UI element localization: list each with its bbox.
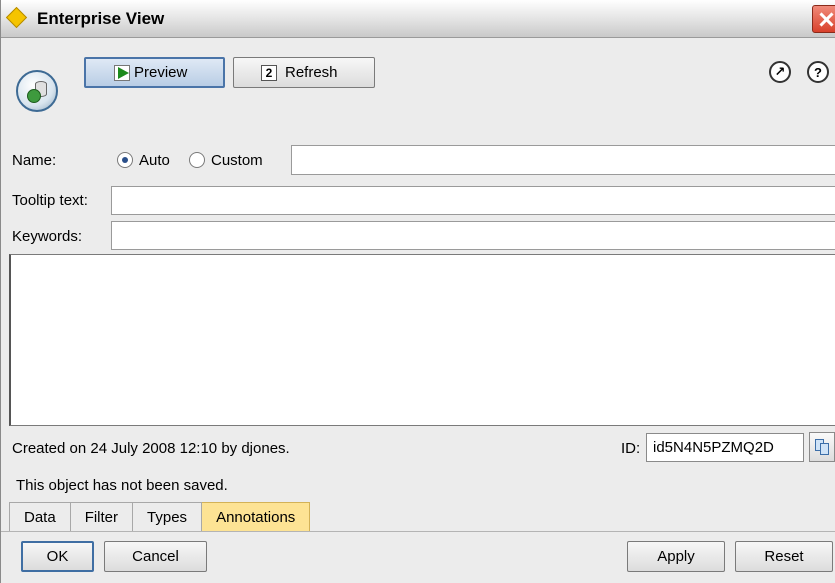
- custom-radio-label: Custom: [211, 152, 263, 169]
- tab-divider: [1, 531, 835, 532]
- annotation-textarea[interactable]: [9, 254, 835, 426]
- launch-icon[interactable]: ↗: [769, 61, 791, 83]
- name-field[interactable]: [291, 145, 835, 175]
- dialog-window: Enterprise View Preview 2 Refresh ↗ ? Na…: [0, 0, 835, 583]
- copy-id-button[interactable]: [809, 432, 835, 462]
- refresh-label: Refresh: [285, 64, 338, 81]
- title-bar[interactable]: Enterprise View: [1, 0, 835, 38]
- globe-icon: [27, 89, 41, 103]
- refresh-button[interactable]: 2 Refresh: [233, 57, 375, 88]
- window-title: Enterprise View: [37, 9, 165, 28]
- diamond-icon: [5, 6, 28, 29]
- ok-button[interactable]: OK: [21, 541, 94, 572]
- id-label: ID:: [621, 440, 641, 457]
- save-status: This object has not been saved.: [16, 477, 228, 494]
- id-field[interactable]: id5N4N5PZMQ2D: [646, 433, 804, 462]
- keywords-field[interactable]: [111, 221, 835, 250]
- tooltip-label: Tooltip text:: [12, 192, 88, 209]
- copy-icon-page: [820, 443, 829, 455]
- enterprise-view-node-icon: [16, 70, 58, 112]
- preview-label: Preview: [134, 64, 188, 81]
- refresh-icon: 2: [261, 64, 277, 81]
- help-icon[interactable]: ?: [807, 61, 829, 83]
- reset-button[interactable]: Reset: [735, 541, 833, 572]
- close-button[interactable]: [812, 5, 835, 33]
- cancel-button[interactable]: Cancel: [104, 541, 207, 572]
- tooltip-field[interactable]: [111, 186, 835, 215]
- auto-radio[interactable]: [117, 152, 133, 168]
- tab-data[interactable]: Data: [9, 502, 71, 532]
- tab-types[interactable]: Types: [133, 502, 203, 532]
- play-icon: [114, 64, 130, 81]
- apply-button[interactable]: Apply: [627, 541, 725, 572]
- tab-bar: Data Filter Types Annotations: [9, 502, 311, 532]
- keywords-label: Keywords:: [12, 228, 83, 245]
- tab-annotations[interactable]: Annotations: [202, 502, 311, 532]
- name-label: Name:: [12, 152, 57, 169]
- created-info: Created on 24 July 2008 12:10 by djones.: [12, 440, 290, 457]
- auto-radio-label: Auto: [139, 152, 170, 169]
- preview-button[interactable]: Preview: [84, 57, 225, 88]
- custom-radio[interactable]: [189, 152, 205, 168]
- tab-filter[interactable]: Filter: [70, 502, 134, 532]
